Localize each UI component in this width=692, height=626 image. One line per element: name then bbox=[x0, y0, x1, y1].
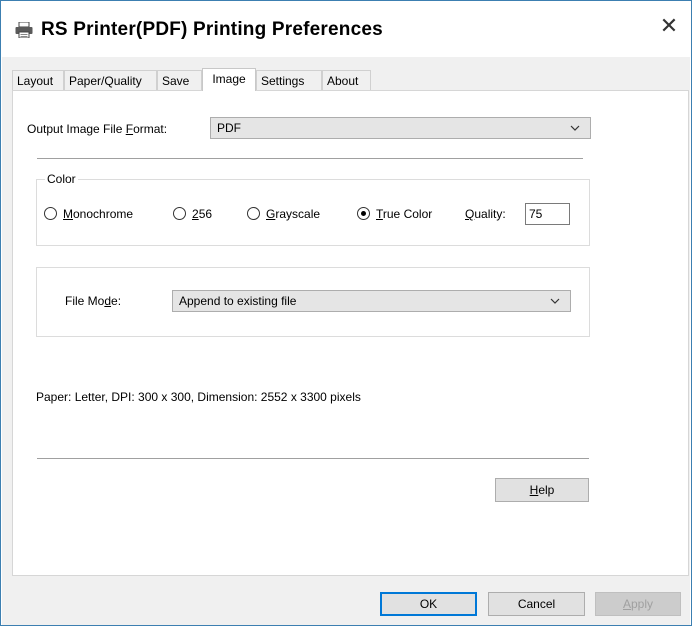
file-mode-label: File Mode: bbox=[65, 294, 122, 308]
file-mode-value: Append to existing file bbox=[179, 294, 297, 308]
image-tab-panel: Output Image File Format: PDF Color Mono… bbox=[12, 90, 689, 576]
tab-paper-quality[interactable]: Paper/Quality bbox=[64, 70, 157, 90]
tab-image[interactable]: Image bbox=[202, 68, 256, 91]
printer-icon bbox=[15, 22, 33, 38]
ok-button[interactable]: OK bbox=[380, 592, 477, 616]
color-groupbox: Color Monochrome 256 Grayscale True Colo… bbox=[36, 172, 590, 246]
radio-circle bbox=[173, 207, 186, 220]
radio-label: Grayscale bbox=[266, 207, 321, 221]
radio-label: 256 bbox=[192, 207, 213, 221]
close-button[interactable]: ✕ bbox=[647, 11, 691, 43]
file-mode-select[interactable]: Append to existing file bbox=[172, 290, 571, 312]
radio-label: True Color bbox=[376, 207, 433, 221]
quality-label: Quality: bbox=[465, 207, 506, 221]
page-info-text: Paper: Letter, DPI: 300 x 300, Dimension… bbox=[36, 390, 361, 404]
chevron-down-icon bbox=[570, 125, 580, 131]
window-title: RS Printer(PDF) Printing Preferences bbox=[41, 19, 383, 40]
title-bar[interactable]: RS Printer(PDF) Printing Preferences ✕ bbox=[1, 1, 691, 57]
output-format-label: Output Image File Format: bbox=[27, 122, 168, 136]
tab-about[interactable]: About bbox=[322, 70, 371, 90]
output-format-select[interactable]: PDF bbox=[210, 117, 591, 139]
radio-circle bbox=[247, 207, 260, 220]
radio-label: Monochrome bbox=[63, 207, 134, 221]
printing-preferences-window: RS Printer(PDF) Printing Preferences ✕ L… bbox=[0, 0, 692, 626]
quality-input[interactable]: 75 bbox=[525, 203, 570, 225]
dialog-client-area: Layout Paper/Quality Save Image Settings… bbox=[2, 57, 690, 625]
apply-button[interactable]: Apply bbox=[595, 592, 681, 616]
output-format-value: PDF bbox=[217, 121, 241, 135]
tab-save[interactable]: Save bbox=[157, 70, 202, 90]
chevron-down-icon bbox=[550, 298, 560, 304]
tab-settings[interactable]: Settings bbox=[256, 70, 322, 90]
file-mode-groupbox: File Mode: Append to existing file bbox=[36, 267, 590, 337]
divider-top bbox=[37, 158, 583, 159]
cancel-button[interactable]: Cancel bbox=[488, 592, 585, 616]
help-button[interactable]: Help bbox=[495, 478, 589, 502]
tab-layout[interactable]: Layout bbox=[12, 70, 64, 90]
divider-bottom bbox=[37, 458, 589, 459]
radio-circle-checked bbox=[357, 207, 370, 220]
color-group-title: Color bbox=[45, 172, 78, 186]
radio-circle bbox=[44, 207, 57, 220]
